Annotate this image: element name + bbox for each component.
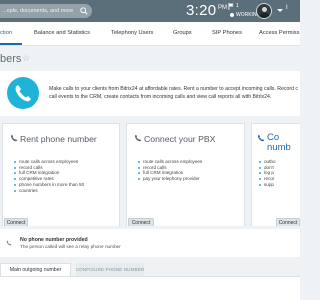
tab-telephony-users[interactable]: Telephony Users	[111, 30, 153, 36]
intro-line-2: call events to the CRM, create contacts …	[49, 93, 272, 100]
status-dot-icon	[230, 13, 234, 17]
no-number-panel: No phone number provided The person call…	[0, 229, 300, 257]
tab-balance-statistics[interactable]: Balance and Statistics	[34, 30, 90, 36]
feature-list: outbo don't log p recor supp	[258, 159, 276, 188]
avatar-body	[259, 13, 270, 18]
clock-ampm: PM	[218, 5, 227, 11]
feature-list: route calls across employees record call…	[13, 159, 84, 193]
cards-area: Rent phone number route calls across emp…	[0, 116, 300, 228]
search-icon[interactable]	[80, 7, 88, 15]
card-connect-number: Co numb outbo don't log p recor supp Con…	[251, 123, 300, 228]
tab-connection[interactable]: ction	[0, 30, 12, 36]
chevron-down-icon[interactable]	[277, 9, 283, 12]
feature-list: route calls across employees record call…	[137, 159, 202, 182]
star-icon[interactable]: ☆	[22, 53, 30, 64]
tab-configure-phone-number[interactable]: CONFIGURE PHONE NUMBER	[76, 263, 144, 276]
phone-icon	[7, 77, 39, 109]
card-connect-pbx: Connect your PBX route calls across empl…	[126, 123, 245, 228]
active-tab-indicator	[0, 43, 22, 45]
intro-line-1: Make calls to your clients from Bitrix24…	[49, 86, 299, 92]
card-title: Rent phone number	[20, 134, 97, 144]
tab-access-permissions[interactable]: Access Permiss	[259, 30, 299, 36]
top-bar: 3:20 PM 1 WORKING I	[0, 0, 300, 22]
card-title: Connect your PBX	[144, 134, 216, 144]
intro-text: Make calls to your clients from Bitrix24…	[49, 86, 309, 101]
phone-icon	[6, 240, 12, 246]
phone-icon	[11, 134, 18, 142]
card-header: Co numb	[252, 124, 300, 154]
phone-icon	[135, 134, 142, 142]
avatar-head	[262, 7, 267, 12]
search-box[interactable]	[0, 4, 92, 18]
intro-panel: Make calls to your clients from Bitrix24…	[0, 71, 300, 116]
search-input[interactable]	[2, 4, 78, 18]
clock-time[interactable]: 3:20	[186, 2, 216, 19]
account-label[interactable]: I	[286, 5, 288, 11]
tab-bar: ction Balance and Statistics Telephony U…	[0, 22, 300, 46]
feature-item: pay your telephony provider	[137, 176, 202, 182]
avatar[interactable]	[256, 3, 272, 19]
card-header: Rent phone number	[3, 124, 119, 154]
tab-content	[0, 276, 300, 300]
phone-icon	[258, 134, 265, 142]
page-title: bers	[0, 53, 22, 65]
tab-main-outgoing-number[interactable]: Main outgoing number	[0, 263, 71, 276]
tab-groups[interactable]: Groups	[173, 30, 192, 36]
feature-item: countries	[13, 188, 84, 194]
card-header: Connect your PBX	[127, 124, 244, 154]
no-number-title: No phone number provided	[20, 237, 88, 243]
feature-item: supp	[258, 182, 276, 188]
tab-sip-phones[interactable]: SIP Phones	[212, 30, 242, 36]
flag-icon[interactable]	[228, 3, 234, 10]
number-tabs: Main outgoing number CONFIGURE PHONE NUM…	[0, 259, 300, 277]
tasks-count: 1	[236, 3, 239, 9]
card-rent-number: Rent phone number route calls across emp…	[2, 123, 120, 228]
card-title: Co numb	[267, 132, 291, 153]
no-number-subtitle: The person called will see a relay phone…	[20, 244, 121, 249]
